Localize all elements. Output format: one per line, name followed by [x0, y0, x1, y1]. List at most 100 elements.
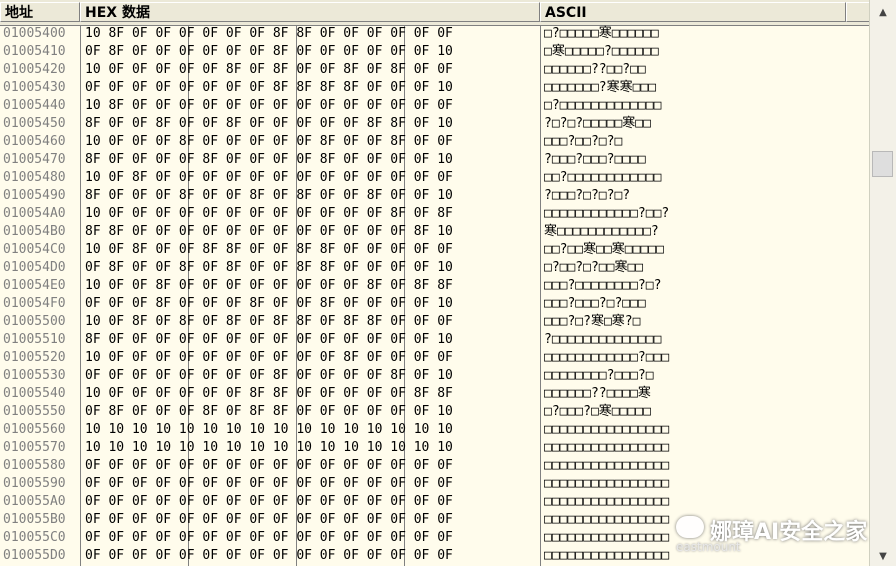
- row-ascii[interactable]: □□□□□□□?寒寒□□□: [544, 79, 656, 97]
- row-hex-bytes[interactable]: 0F 8F 0F 0F 0F 0F 0F 0F 8F 0F 0F 0F 0F 0…: [85, 43, 453, 61]
- row-hex-bytes[interactable]: 0F 0F 0F 0F 0F 0F 0F 0F 0F 0F 0F 0F 0F 0…: [85, 493, 453, 511]
- dump-row[interactable]: 01005580 0F 0F 0F 0F 0F 0F 0F 0F 0F 0F 0F…: [0, 457, 870, 475]
- row-ascii[interactable]: □□□?□□?□?□: [544, 133, 622, 151]
- row-ascii[interactable]: ?□□□?□?□?□?: [544, 187, 630, 205]
- dump-row[interactable]: 010054C0 10 0F 8F 0F 0F 8F 8F 0F 0F 8F 8F…: [0, 241, 870, 259]
- row-hex-bytes[interactable]: 10 0F 0F 0F 0F 0F 0F 0F 0F 0F 0F 8F 0F 0…: [85, 349, 453, 367]
- column-header-hex[interactable]: HEX 数据: [80, 2, 540, 22]
- row-address: 01005530: [3, 368, 66, 383]
- dump-row[interactable]: 01005410 0F 8F 0F 0F 0F 0F 0F 0F 8F 0F 0F…: [0, 43, 870, 61]
- row-ascii[interactable]: □□□?□□□?□?□□□: [544, 295, 646, 313]
- row-hex-bytes[interactable]: 8F 0F 0F 8F 0F 0F 8F 0F 0F 0F 0F 0F 8F 8…: [85, 115, 453, 133]
- row-ascii[interactable]: □□□□□□□□?□□□?□: [544, 367, 654, 385]
- dump-row[interactable]: 01005450 8F 0F 0F 8F 0F 0F 8F 0F 0F 0F 0F…: [0, 115, 870, 133]
- row-ascii[interactable]: □□?□□□□□□□□□□□□: [544, 169, 661, 187]
- row-ascii[interactable]: □□□□□□□□□□□□□□□□: [544, 547, 669, 565]
- row-hex-bytes[interactable]: 8F 8F 0F 0F 0F 0F 0F 0F 0F 0F 0F 0F 0F 0…: [85, 223, 453, 241]
- row-ascii[interactable]: □?□□?□?□□寒□□: [544, 259, 643, 277]
- vertical-scrollbar[interactable]: ▲ ▼: [869, 0, 896, 566]
- row-hex-bytes[interactable]: 0F 0F 0F 0F 0F 0F 0F 0F 0F 0F 0F 0F 0F 0…: [85, 511, 453, 529]
- dump-row[interactable]: 01005570 10 10 10 10 10 10 10 10 10 10 10…: [0, 439, 870, 457]
- row-ascii[interactable]: □?□□□?□寒□□□□□: [544, 403, 651, 421]
- dump-row[interactable]: 01005560 10 10 10 10 10 10 10 10 10 10 10…: [0, 421, 870, 439]
- row-hex-bytes[interactable]: 0F 0F 0F 0F 0F 0F 0F 0F 0F 0F 0F 0F 0F 0…: [85, 529, 453, 547]
- dump-row[interactable]: 01005480 10 0F 8F 0F 0F 0F 0F 0F 0F 0F 0F…: [0, 169, 870, 187]
- row-hex-bytes[interactable]: 10 0F 0F 0F 0F 0F 0F 8F 8F 0F 0F 0F 0F 0…: [85, 385, 453, 403]
- dump-row[interactable]: 01005440 10 8F 0F 0F 0F 0F 0F 0F 0F 0F 0F…: [0, 97, 870, 115]
- row-hex-bytes[interactable]: 10 0F 8F 0F 0F 0F 0F 0F 0F 0F 0F 0F 0F 0…: [85, 169, 453, 187]
- row-hex-bytes[interactable]: 10 0F 8F 0F 8F 0F 8F 0F 8F 8F 0F 8F 8F 0…: [85, 313, 453, 331]
- row-ascii[interactable]: □□□□□□□□□□□□□□□□: [544, 457, 669, 475]
- dump-row[interactable]: 01005540 10 0F 0F 0F 0F 0F 0F 8F 8F 0F 0F…: [0, 385, 870, 403]
- dump-row[interactable]: 01005550 0F 8F 0F 0F 0F 8F 0F 8F 8F 0F 0F…: [0, 403, 870, 421]
- row-hex-bytes[interactable]: 0F 0F 0F 0F 0F 0F 0F 0F 8F 8F 8F 8F 0F 0…: [85, 79, 453, 97]
- row-ascii[interactable]: □□□□□□□□□□□□□□□□: [544, 475, 669, 493]
- dump-row[interactable]: 01005590 0F 0F 0F 0F 0F 0F 0F 0F 0F 0F 0F…: [0, 475, 870, 493]
- dump-row[interactable]: 010054D0 0F 8F 0F 0F 8F 0F 8F 0F 0F 8F 8F…: [0, 259, 870, 277]
- row-hex-bytes[interactable]: 0F 0F 0F 8F 0F 0F 0F 8F 0F 0F 8F 0F 0F 0…: [85, 295, 453, 313]
- row-address: 01005410: [3, 44, 66, 59]
- row-ascii[interactable]: □□□□□□??□□□□寒: [544, 385, 651, 403]
- dump-row[interactable]: 01005430 0F 0F 0F 0F 0F 0F 0F 0F 8F 8F 8F…: [0, 79, 870, 97]
- row-ascii[interactable]: ?□□□?□□□?□□□□: [544, 151, 646, 169]
- row-hex-bytes[interactable]: 10 0F 8F 0F 0F 8F 8F 0F 0F 8F 8F 0F 0F 0…: [85, 241, 453, 259]
- row-hex-bytes[interactable]: 10 10 10 10 10 10 10 10 10 10 10 10 10 1…: [85, 421, 453, 439]
- row-ascii[interactable]: □□□?□?寒□寒?□: [544, 313, 640, 331]
- row-hex-bytes[interactable]: 10 10 10 10 10 10 10 10 10 10 10 10 10 1…: [85, 439, 453, 457]
- row-hex-bytes[interactable]: 0F 0F 0F 0F 0F 0F 0F 0F 0F 0F 0F 0F 0F 0…: [85, 475, 453, 493]
- dump-row[interactable]: 010054F0 0F 0F 0F 8F 0F 0F 0F 8F 0F 0F 8F…: [0, 295, 870, 313]
- row-ascii[interactable]: □?□□□□□寒□□□□□□: [544, 25, 659, 43]
- column-header-address[interactable]: 地址: [0, 2, 80, 22]
- row-hex-bytes[interactable]: 10 0F 0F 0F 0F 0F 8F 0F 8F 0F 0F 8F 0F 8…: [85, 61, 453, 79]
- row-ascii[interactable]: 寒□□□□□□□□□□□□?: [544, 223, 659, 241]
- row-address: 01005560: [3, 422, 66, 437]
- dump-row[interactable]: 01005400 10 8F 0F 0F 0F 0F 0F 0F 8F 8F 0F…: [0, 25, 870, 43]
- row-ascii[interactable]: □?□□□□□□□□□□□□□: [544, 97, 661, 115]
- row-ascii[interactable]: □□□□□□□□□□□□□□□□: [544, 511, 669, 529]
- row-ascii[interactable]: □□□□□□□□□□□□□□□□: [544, 529, 669, 547]
- row-address: 01005540: [3, 386, 66, 401]
- row-ascii[interactable]: □□?□□寒□□寒□□□□□: [544, 241, 664, 259]
- row-ascii[interactable]: □□□□□□□□□□□□?□□□: [544, 349, 669, 367]
- row-ascii[interactable]: ?□?□?□□□□□寒□□: [544, 115, 651, 133]
- row-hex-bytes[interactable]: 0F 8F 0F 0F 0F 8F 0F 8F 8F 0F 0F 0F 0F 0…: [85, 403, 453, 421]
- row-address: 010054D0: [3, 260, 66, 275]
- dump-row[interactable]: 010054A0 10 0F 0F 0F 0F 0F 0F 0F 0F 0F 0F…: [0, 205, 870, 223]
- dump-row[interactable]: 01005490 8F 0F 0F 0F 8F 0F 0F 8F 0F 8F 0F…: [0, 187, 870, 205]
- row-ascii[interactable]: □寒□□□□□?□□□□□□: [544, 43, 659, 61]
- dump-row[interactable]: 01005420 10 0F 0F 0F 0F 0F 8F 0F 8F 0F 0F…: [0, 61, 870, 79]
- scrollbar-thumb[interactable]: [872, 151, 893, 177]
- row-address: 01005490: [3, 188, 66, 203]
- row-hex-bytes[interactable]: 8F 0F 0F 0F 0F 8F 0F 0F 0F 0F 8F 0F 0F 0…: [85, 151, 453, 169]
- row-hex-bytes[interactable]: 10 0F 0F 0F 0F 0F 0F 0F 0F 0F 0F 0F 0F 8…: [85, 205, 453, 223]
- dump-row[interactable]: 010054B0 8F 8F 0F 0F 0F 0F 0F 0F 0F 0F 0F…: [0, 223, 870, 241]
- dump-row[interactable]: 01005530 0F 0F 0F 0F 0F 0F 0F 0F 8F 0F 0F…: [0, 367, 870, 385]
- dump-row[interactable]: 010054E0 10 0F 0F 8F 0F 0F 0F 0F 0F 0F 0F…: [0, 277, 870, 295]
- row-hex-bytes[interactable]: 8F 0F 0F 0F 0F 0F 0F 0F 0F 0F 0F 0F 0F 0…: [85, 331, 453, 349]
- row-hex-bytes[interactable]: 8F 0F 0F 0F 8F 0F 0F 8F 0F 8F 0F 0F 8F 0…: [85, 187, 453, 205]
- row-hex-bytes[interactable]: 0F 0F 0F 0F 0F 0F 0F 0F 0F 0F 0F 0F 0F 0…: [85, 547, 453, 565]
- row-address: 01005590: [3, 476, 66, 491]
- row-hex-bytes[interactable]: 10 8F 0F 0F 0F 0F 0F 0F 8F 8F 0F 0F 0F 0…: [85, 25, 453, 43]
- row-ascii[interactable]: □□□□□□□□□□□□□□□□: [544, 493, 669, 511]
- dump-row[interactable]: 01005470 8F 0F 0F 0F 0F 8F 0F 0F 0F 0F 8F…: [0, 151, 870, 169]
- row-ascii[interactable]: □□□□□□□□□□□□□□□□: [544, 439, 669, 457]
- dump-row[interactable]: 010055A0 0F 0F 0F 0F 0F 0F 0F 0F 0F 0F 0F…: [0, 493, 870, 511]
- row-hex-bytes[interactable]: 10 0F 0F 0F 8F 0F 0F 0F 0F 0F 8F 0F 0F 8…: [85, 133, 453, 151]
- row-hex-bytes[interactable]: 0F 0F 0F 0F 0F 0F 0F 0F 8F 0F 0F 0F 0F 8…: [85, 367, 453, 385]
- row-ascii[interactable]: □□□?□□□□□□□□?□?: [544, 277, 661, 295]
- row-ascii[interactable]: □□□□□□□□□□□□?□□?: [544, 205, 669, 223]
- dump-row[interactable]: 01005460 10 0F 0F 0F 8F 0F 0F 0F 0F 0F 8F…: [0, 133, 870, 151]
- column-header-ascii[interactable]: ASCII: [540, 2, 846, 22]
- row-ascii[interactable]: □□□□□□□□□□□□□□□□: [544, 421, 669, 439]
- row-hex-bytes[interactable]: 0F 8F 0F 0F 8F 0F 8F 0F 0F 8F 8F 0F 0F 0…: [85, 259, 453, 277]
- dump-row[interactable]: 01005500 10 0F 8F 0F 8F 0F 8F 0F 8F 8F 0F…: [0, 313, 870, 331]
- row-hex-bytes[interactable]: 10 8F 0F 0F 0F 0F 0F 0F 0F 0F 0F 0F 0F 0…: [85, 97, 453, 115]
- dump-row[interactable]: 01005510 8F 0F 0F 0F 0F 0F 0F 0F 0F 0F 0F…: [0, 331, 870, 349]
- arrow-up-icon[interactable]: ▲: [870, 4, 896, 22]
- row-ascii[interactable]: □□□□□□??□□?□□: [544, 61, 646, 79]
- row-hex-bytes[interactable]: 10 0F 0F 8F 0F 0F 0F 0F 0F 0F 0F 0F 8F 0…: [85, 277, 453, 295]
- dump-row[interactable]: 01005520 10 0F 0F 0F 0F 0F 0F 0F 0F 0F 0F…: [0, 349, 870, 367]
- row-hex-bytes[interactable]: 0F 0F 0F 0F 0F 0F 0F 0F 0F 0F 0F 0F 0F 0…: [85, 457, 453, 475]
- row-ascii[interactable]: ?□□□□□□□□□□□□□□: [544, 331, 661, 349]
